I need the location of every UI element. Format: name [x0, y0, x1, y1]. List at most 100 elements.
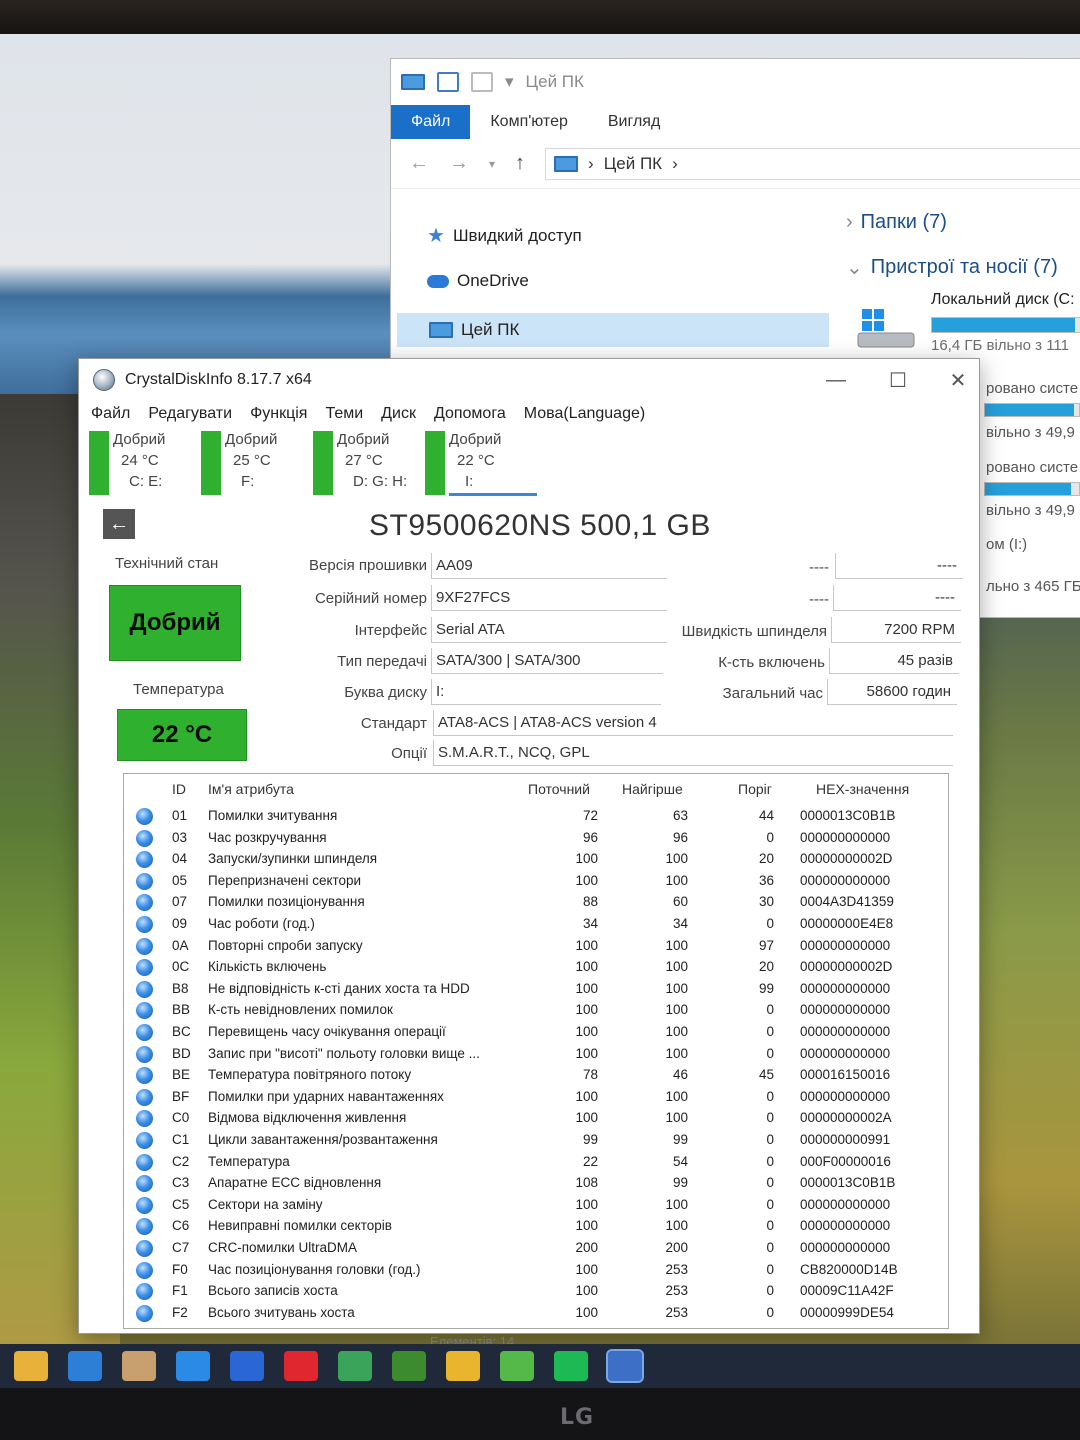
menu-disk[interactable]: Диск	[381, 405, 416, 423]
table-row[interactable]: BF Помилки при ударних навантаженнях 100 10…	[124, 1087, 948, 1109]
table-row[interactable]: F1 Всього записів хоста 100 253 0 00009C11A42…	[124, 1281, 948, 1303]
table-row[interactable]: 05 Перепризначені сектори 100 100 36 00000000…	[124, 871, 948, 893]
table-row[interactable]: BC Перевищень часу очікування операції 100…	[124, 1022, 948, 1044]
table-row[interactable]: BB К-сть невідновлених помилок 100 100 0 0000…	[124, 1000, 948, 1022]
table-row[interactable]: B8 Не відповідність к-сті даних хоста та …	[124, 979, 948, 1001]
chevron-down-icon[interactable]: ▾	[505, 72, 514, 92]
crystaldiskinfo-icon	[93, 369, 115, 391]
group-label: Пристрої та носії (7)	[870, 256, 1058, 278]
table-row[interactable]: F2 Всього зчитувань хоста 100 253 0 00000999D…	[124, 1303, 948, 1325]
group-folders[interactable]: › Папки (7)	[846, 211, 947, 234]
cell-threshold: 0	[766, 1153, 774, 1169]
table-row[interactable]: C3 Апаратне ECC відновлення 108 99 0 0000013C…	[124, 1173, 948, 1195]
table-row[interactable]: 03 Час розкручування 96 96 0 000000000000	[124, 828, 948, 850]
table-row[interactable]: 0C Кількість включень 100 100 20 00000000002D	[124, 957, 948, 979]
column-header-threshold[interactable]: Поріг	[738, 781, 772, 797]
table-row[interactable]: C7 CRC-помилки UltraDMA 200 200 0 00000000000…	[124, 1238, 948, 1260]
column-header-worst[interactable]: Найгірше	[622, 781, 683, 797]
cell-id: 01	[172, 808, 188, 823]
drive-c-name[interactable]: Локальний диск (C:	[931, 291, 1075, 309]
column-header-name[interactable]: Ім'я атрибута	[208, 781, 294, 797]
status-dot-icon	[136, 1304, 153, 1322]
table-row[interactable]: C6 Невиправні помилки секторів 100 100 0 0000…	[124, 1216, 948, 1238]
cell-raw: 0000013C0B1B	[800, 1175, 896, 1191]
forward-arrow-icon[interactable]: →	[449, 152, 469, 175]
breadcrumb-this-pc[interactable]: Цей ПК	[604, 154, 662, 174]
torrent-icon[interactable]	[500, 1351, 534, 1381]
ribbon-tab-view[interactable]: Вигляд	[588, 105, 680, 139]
table-row[interactable]: C2 Температура 22 54 0 000F00000016	[124, 1152, 948, 1174]
table-row[interactable]: C0 Відмова відключення живлення 100 100 0 000…	[124, 1108, 948, 1130]
menu-file[interactable]: Файл	[91, 405, 130, 423]
nav-item-this-pc[interactable]: Цей ПК	[397, 313, 829, 347]
table-row[interactable]: C5 Сектори на заміну 100 100 0 000000000000	[124, 1195, 948, 1217]
crystaldiskinfo-icon[interactable]	[606, 1349, 644, 1383]
menu-help[interactable]: Допомога	[434, 405, 506, 423]
table-row[interactable]: 0A Повторні спроби запуску 100 100 97 0000000…	[124, 936, 948, 958]
temperature-badge[interactable]: 22 °C	[117, 709, 247, 761]
column-header-id[interactable]: ID	[172, 781, 186, 797]
cell-threshold: 20	[758, 959, 774, 975]
maximize-button[interactable]: ☐	[875, 365, 921, 395]
table-row[interactable]: BE Температура повітряного потоку 78 46 45 00…	[124, 1065, 948, 1087]
crystaldiskinfo-window[interactable]: CrystalDiskInfo 8.17.7 x64 — ☐ ✕ Файл Ре…	[78, 358, 980, 1334]
chevron-right-icon[interactable]: ›	[672, 154, 678, 174]
drive-tab-i[interactable]: Добрий 22 °C I:	[425, 431, 537, 496]
cell-current: 100	[575, 1304, 598, 1320]
status-dot-icon	[136, 1067, 153, 1085]
close-button[interactable]: ✕	[935, 365, 981, 395]
minimize-button[interactable]: —	[813, 365, 859, 395]
menu-edit[interactable]: Редагувати	[148, 405, 232, 423]
cell-worst: 100	[665, 980, 688, 996]
previous-disk-button[interactable]: ←	[103, 509, 135, 539]
table-row[interactable]: C1 Цикли завантаження/розвантаження 99 99 0 0…	[124, 1130, 948, 1152]
table-row[interactable]: 01 Помилки зчитування 72 63 44 0000013C0B1B	[124, 806, 948, 828]
drive-tab-status: Добрий	[337, 431, 390, 448]
file-explorer-icon[interactable]	[14, 1351, 48, 1381]
table-row[interactable]: F0 Час позиціонування головки (год.) 100 25…	[124, 1260, 948, 1282]
opera-icon[interactable]	[284, 1351, 318, 1381]
up-arrow-icon[interactable]: ↑	[515, 152, 525, 175]
table-row[interactable]: 07 Помилки позиціонування 88 60 30 0004A3D413…	[124, 892, 948, 914]
nav-item-quick-access[interactable]: ★ Швидкий доступ	[427, 223, 582, 248]
menu-themes[interactable]: Теми	[325, 405, 363, 423]
drive-tab-f[interactable]: Добрий 25 °C F:	[201, 431, 313, 495]
chrome-icon[interactable]	[446, 1351, 480, 1381]
menu-language[interactable]: Мова(Language)	[524, 405, 645, 423]
nav-item-onedrive[interactable]: OneDrive	[427, 271, 529, 291]
photos-icon[interactable]	[230, 1351, 264, 1381]
mail-icon[interactable]	[68, 1351, 102, 1381]
group-devices[interactable]: ⌄ Пристрої та носії (7)	[846, 255, 1058, 280]
smart-attribute-table[interactable]: ID Ім'я атрибута Поточний Найгірше Поріг…	[123, 773, 949, 1329]
table-row[interactable]: 09 Час роботи (год.) 34 34 0 00000000E4E8	[124, 914, 948, 936]
drive-tab-ce[interactable]: Добрий 24 °C C: E:	[89, 431, 201, 495]
health-status-badge[interactable]: Добрий	[109, 585, 241, 661]
ribbon-tab-computer[interactable]: Комп'ютер	[470, 105, 588, 139]
table-row[interactable]: BD Запис при "висоті" польоту головки вищ…	[124, 1044, 948, 1066]
new-folder-icon[interactable]	[471, 72, 493, 92]
back-arrow-icon[interactable]: ←	[409, 152, 429, 175]
game-icon[interactable]	[338, 1351, 372, 1381]
cell-current: 100	[575, 1110, 598, 1126]
properties-icon[interactable]	[437, 72, 459, 92]
cell-name: Час позиціонування головки (год.)	[208, 1261, 421, 1277]
menu-function[interactable]: Функція	[250, 405, 307, 423]
cell-threshold: 0	[766, 1240, 774, 1255]
drive-fragment-bar	[984, 403, 1080, 417]
column-header-current[interactable]: Поточний	[528, 781, 590, 797]
cell-name: Час роботи (год.)	[208, 916, 315, 931]
spotify-icon[interactable]	[554, 1351, 588, 1381]
explorer-titlebar: ▾ Цей ПК	[391, 59, 1080, 105]
vscode-icon[interactable]	[176, 1351, 210, 1381]
drive-tab-dgh[interactable]: Добрий 27 °C D: G: H:	[313, 431, 425, 495]
minecraft-icon[interactable]	[392, 1351, 426, 1381]
paint-icon[interactable]	[122, 1351, 156, 1381]
address-bar[interactable]: › Цей ПК ›	[545, 147, 1080, 180]
ribbon-tab-file[interactable]: Файл	[391, 105, 471, 139]
cell-name: Помилки при ударних навантаженнях	[208, 1088, 444, 1104]
table-row[interactable]: 04 Запуски/зупинки шпинделя 100 100 20 000000…	[124, 849, 948, 871]
column-header-raw[interactable]: HEX-значення	[816, 781, 909, 797]
cell-current: 100	[575, 1218, 598, 1234]
recent-chevron-icon[interactable]: ▾	[489, 157, 495, 171]
cell-name: CRC-помилки UltraDMA	[208, 1240, 357, 1255]
